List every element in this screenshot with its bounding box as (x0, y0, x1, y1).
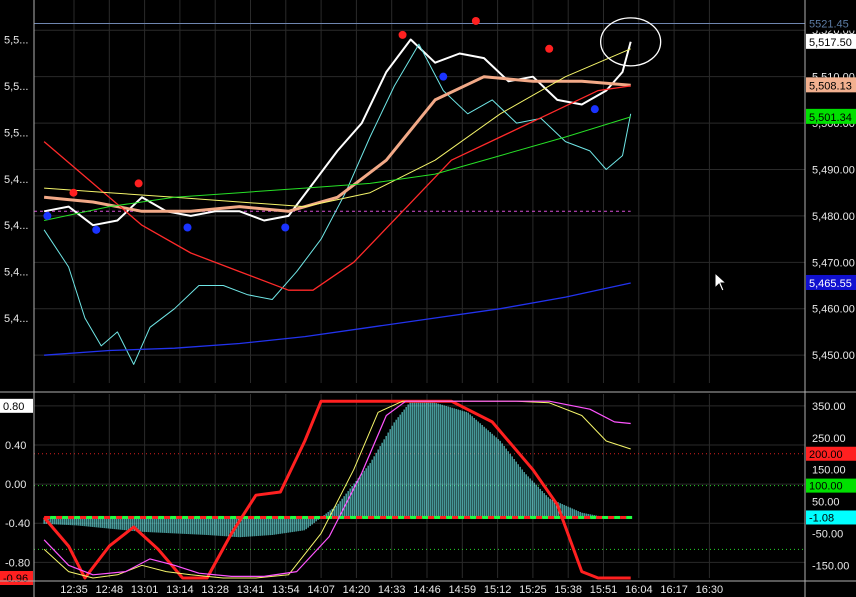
x-tick-label: 16:17 (660, 584, 688, 596)
osc-right-tick-label: 250.00 (812, 433, 846, 445)
trading-chart: 5,450.00 5,460.00 5,470.00 5,480.00 5,490.00… (0, 0, 856, 597)
osc-left-tick-label: -0.80 (5, 557, 30, 569)
osc-right-tick-label: 150.00 (812, 465, 846, 477)
price-left-tick-label: 5,5... (4, 81, 28, 93)
signal-marker (92, 225, 101, 234)
x-tick-label: 13:14 (166, 584, 194, 596)
price-right-tick-label: 5,470.00 (812, 257, 855, 269)
signal-marker (439, 72, 448, 81)
price-badge-label: 5521.45 (809, 19, 849, 31)
price-left-tick-label: 5,4... (4, 267, 28, 279)
signal-marker (281, 223, 290, 232)
price-left-tick-label: 5,4... (4, 174, 28, 186)
x-tick-label: 14:59 (449, 584, 477, 596)
x-tick-label: 16:04 (625, 584, 653, 596)
signal-marker (134, 179, 143, 188)
price-badge-label: 5,508.13 (809, 80, 852, 92)
price-badge-label: 5,501.34 (809, 112, 852, 124)
signal-marker (590, 105, 599, 114)
signal-marker (183, 223, 192, 232)
price-right-tick-label: 5,450.00 (812, 350, 855, 362)
signal-marker (69, 188, 78, 197)
x-tick-label: 12:35 (60, 584, 88, 596)
x-tick-label: 15:25 (519, 584, 547, 596)
osc-right-tick-label: 350.00 (812, 401, 846, 413)
osc-left-tick-label: 0.00 (5, 479, 26, 491)
osc-right-tick-label: -150.00 (812, 560, 849, 572)
osc-badge-label: -0.96 (3, 573, 28, 585)
osc-right-tick-label: 50.00 (812, 497, 840, 509)
price-right-tick-label: 5,480.00 (812, 211, 855, 223)
osc-badge-label: 100.00 (809, 481, 843, 493)
x-tick-label: 13:28 (201, 584, 229, 596)
price-left-tick-label: 5,5... (4, 35, 28, 47)
x-tick-label: 14:33 (378, 584, 406, 596)
price-badge-label: 5,517.50 (809, 37, 852, 49)
signal-marker (545, 44, 554, 53)
mouse-cursor-icon (714, 272, 728, 292)
x-tick-label: 14:20 (343, 584, 371, 596)
x-tick-label: 13:41 (237, 584, 265, 596)
price-left-tick-label: 5,5... (4, 127, 28, 139)
x-tick-label: 12:48 (96, 584, 124, 596)
price-right-tick-label: 5,490.00 (812, 164, 855, 176)
price-right-tick-label: 5,460.00 (812, 304, 855, 316)
x-tick-label: 13:54 (272, 584, 300, 596)
x-tick-label: 15:12 (484, 584, 512, 596)
price-badge-label: 5,465.55 (809, 278, 852, 290)
x-tick-label: 16:30 (696, 584, 724, 596)
osc-badge-label: -1.08 (809, 512, 834, 524)
x-tick-label: 14:07 (307, 584, 335, 596)
x-tick-label: 14:46 (413, 584, 441, 596)
price-left-tick-label: 5,4... (4, 220, 28, 232)
osc-badge-label: 0.80 (3, 401, 24, 413)
signal-marker (43, 211, 52, 220)
osc-badge-label: 200.00 (809, 449, 843, 461)
osc-left-tick-label: 0.40 (5, 440, 26, 452)
osc-right-tick-label: -50.00 (812, 528, 843, 540)
price-left-tick-label: 5,4... (4, 313, 28, 325)
osc-left-tick-label: -0.40 (5, 518, 30, 530)
x-tick-label: 15:38 (554, 584, 582, 596)
signal-marker (471, 16, 480, 25)
x-tick-label: 13:01 (131, 584, 159, 596)
x-tick-label: 15:51 (590, 584, 618, 596)
signal-marker (398, 30, 407, 39)
